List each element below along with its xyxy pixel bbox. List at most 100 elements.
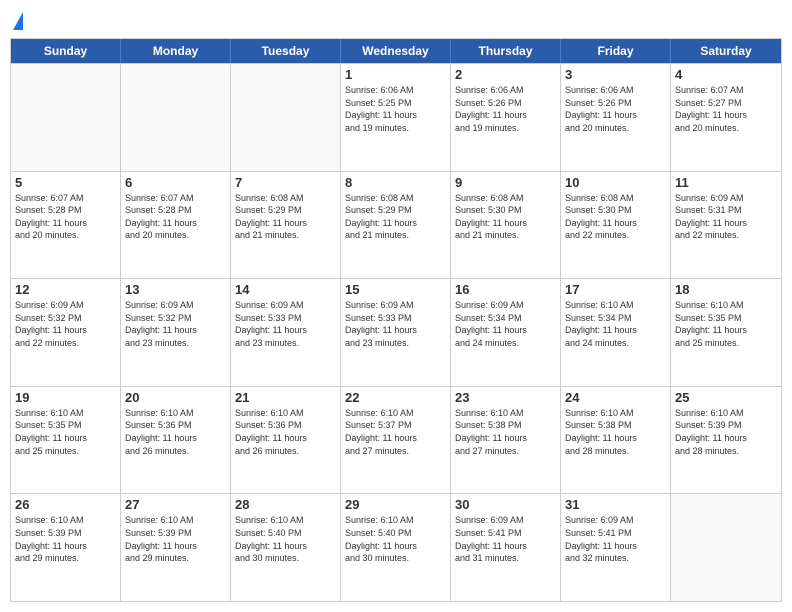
cell-info: Sunrise: 6:08 AM Sunset: 5:29 PM Dayligh… (345, 192, 446, 242)
day-number: 14 (235, 282, 336, 297)
cal-cell: 31 Sunrise: 6:09 AM Sunset: 5:41 PM Dayli… (561, 494, 671, 601)
day-number: 24 (565, 390, 666, 405)
calendar-header-row: SundayMondayTuesdayWednesdayThursdayFrid… (11, 39, 781, 63)
day-number: 12 (15, 282, 116, 297)
cell-info: Sunrise: 6:09 AM Sunset: 5:33 PM Dayligh… (235, 299, 336, 349)
cal-week-4: 19Sunrise: 6:10 AM Sunset: 5:35 PM Dayli… (11, 386, 781, 494)
cal-header-friday: Friday (561, 39, 671, 63)
cal-cell: 14 Sunrise: 6:09 AM Sunset: 5:33 PM Dayli… (231, 279, 341, 386)
cal-cell: 29 Sunrise: 6:10 AM Sunset: 5:40 PM Dayli… (341, 494, 451, 601)
cell-info: Sunrise: 6:07 AM Sunset: 5:28 PM Dayligh… (15, 192, 116, 242)
cell-info: Sunrise: 6:08 AM Sunset: 5:29 PM Dayligh… (235, 192, 336, 242)
cell-info: Sunrise: 6:09 AM Sunset: 5:41 PM Dayligh… (565, 514, 666, 564)
cal-week-5: 26 Sunrise: 6:10 AM Sunset: 5:39 PM Dayli… (11, 493, 781, 601)
cell-info: Sunrise: 6:09 AM Sunset: 5:33 PM Dayligh… (345, 299, 446, 349)
cal-cell: 2 Sunrise: 6:06 AM Sunset: 5:26 PM Daylig… (451, 64, 561, 171)
cell-info: Sunrise: 6:10 AM Sunset: 5:39 PM Dayligh… (125, 514, 226, 564)
cell-info: Sunrise: 6:10 AM Sunset: 5:39 PM Dayligh… (15, 514, 116, 564)
cal-cell: 6Sunrise: 6:07 AM Sunset: 5:28 PM Daylig… (121, 172, 231, 279)
cal-cell: 24 Sunrise: 6:10 AM Sunset: 5:38 PM Dayli… (561, 387, 671, 494)
cal-week-1: 1 Sunrise: 6:06 AM Sunset: 5:25 PM Daylig… (11, 63, 781, 171)
cal-cell: 10 Sunrise: 6:08 AM Sunset: 5:30 PM Dayli… (561, 172, 671, 279)
cal-cell: 30 Sunrise: 6:09 AM Sunset: 5:41 PM Dayli… (451, 494, 561, 601)
cal-cell (11, 64, 121, 171)
cal-cell: 5 Sunrise: 6:07 AM Sunset: 5:28 PM Daylig… (11, 172, 121, 279)
cell-info: Sunrise: 6:10 AM Sunset: 5:37 PM Dayligh… (345, 407, 446, 457)
cell-info: Sunrise: 6:08 AM Sunset: 5:30 PM Dayligh… (455, 192, 556, 242)
cal-cell: 16 Sunrise: 6:09 AM Sunset: 5:34 PM Dayli… (451, 279, 561, 386)
day-number: 26 (15, 497, 116, 512)
cell-info: Sunrise: 6:07 AM Sunset: 5:27 PM Dayligh… (675, 84, 777, 134)
day-number: 10 (565, 175, 666, 190)
day-number: 9 (455, 175, 556, 190)
cal-cell (231, 64, 341, 171)
day-number: 27 (125, 497, 226, 512)
cell-info: Sunrise: 6:06 AM Sunset: 5:26 PM Dayligh… (455, 84, 556, 134)
day-number: 16 (455, 282, 556, 297)
day-number: 21 (235, 390, 336, 405)
cal-header-monday: Monday (121, 39, 231, 63)
cell-info: Sunrise: 6:09 AM Sunset: 5:32 PM Dayligh… (125, 299, 226, 349)
cell-info: Sunrise: 6:10 AM Sunset: 5:36 PM Dayligh… (235, 407, 336, 457)
cell-info: Sunrise: 6:10 AM Sunset: 5:38 PM Dayligh… (565, 407, 666, 457)
day-number: 4 (675, 67, 777, 82)
cell-info: Sunrise: 6:09 AM Sunset: 5:32 PM Dayligh… (15, 299, 116, 349)
day-number: 2 (455, 67, 556, 82)
day-number: 15 (345, 282, 446, 297)
day-number: 18 (675, 282, 777, 297)
cal-cell: 22 Sunrise: 6:10 AM Sunset: 5:37 PM Dayli… (341, 387, 451, 494)
day-number: 31 (565, 497, 666, 512)
page: SundayMondayTuesdayWednesdayThursdayFrid… (0, 0, 792, 612)
cal-header-sunday: Sunday (11, 39, 121, 63)
cal-cell: 4 Sunrise: 6:07 AM Sunset: 5:27 PM Daylig… (671, 64, 781, 171)
cell-info: Sunrise: 6:09 AM Sunset: 5:31 PM Dayligh… (675, 192, 777, 242)
cal-cell: 13 Sunrise: 6:09 AM Sunset: 5:32 PM Dayli… (121, 279, 231, 386)
cal-cell: 28Sunrise: 6:10 AM Sunset: 5:40 PM Dayli… (231, 494, 341, 601)
cell-info: Sunrise: 6:10 AM Sunset: 5:40 PM Dayligh… (345, 514, 446, 564)
day-number: 7 (235, 175, 336, 190)
cal-header-tuesday: Tuesday (231, 39, 341, 63)
cal-header-wednesday: Wednesday (341, 39, 451, 63)
cell-info: Sunrise: 6:06 AM Sunset: 5:25 PM Dayligh… (345, 84, 446, 134)
day-number: 11 (675, 175, 777, 190)
day-number: 3 (565, 67, 666, 82)
cell-info: Sunrise: 6:10 AM Sunset: 5:40 PM Dayligh… (235, 514, 336, 564)
day-number: 13 (125, 282, 226, 297)
cal-header-saturday: Saturday (671, 39, 781, 63)
cell-info: Sunrise: 6:09 AM Sunset: 5:34 PM Dayligh… (455, 299, 556, 349)
day-number: 20 (125, 390, 226, 405)
cal-cell: 25Sunrise: 6:10 AM Sunset: 5:39 PM Dayli… (671, 387, 781, 494)
day-number: 19 (15, 390, 116, 405)
cal-cell (121, 64, 231, 171)
cal-cell: 12 Sunrise: 6:09 AM Sunset: 5:32 PM Dayli… (11, 279, 121, 386)
cell-info: Sunrise: 6:08 AM Sunset: 5:30 PM Dayligh… (565, 192, 666, 242)
cal-cell: 17Sunrise: 6:10 AM Sunset: 5:34 PM Dayli… (561, 279, 671, 386)
cell-info: Sunrise: 6:06 AM Sunset: 5:26 PM Dayligh… (565, 84, 666, 134)
logo (10, 10, 23, 30)
cal-cell: 23Sunrise: 6:10 AM Sunset: 5:38 PM Dayli… (451, 387, 561, 494)
day-number: 22 (345, 390, 446, 405)
cal-cell: 20 Sunrise: 6:10 AM Sunset: 5:36 PM Dayli… (121, 387, 231, 494)
header (10, 10, 782, 30)
cal-header-thursday: Thursday (451, 39, 561, 63)
cell-info: Sunrise: 6:10 AM Sunset: 5:38 PM Dayligh… (455, 407, 556, 457)
cell-info: Sunrise: 6:10 AM Sunset: 5:39 PM Dayligh… (675, 407, 777, 457)
cal-week-2: 5 Sunrise: 6:07 AM Sunset: 5:28 PM Daylig… (11, 171, 781, 279)
day-number: 30 (455, 497, 556, 512)
cal-cell: 11 Sunrise: 6:09 AM Sunset: 5:31 PM Dayli… (671, 172, 781, 279)
day-number: 1 (345, 67, 446, 82)
cal-week-3: 12 Sunrise: 6:09 AM Sunset: 5:32 PM Dayli… (11, 278, 781, 386)
cell-info: Sunrise: 6:10 AM Sunset: 5:34 PM Dayligh… (565, 299, 666, 349)
cal-cell (671, 494, 781, 601)
cell-info: Sunrise: 6:09 AM Sunset: 5:41 PM Dayligh… (455, 514, 556, 564)
day-number: 6 (125, 175, 226, 190)
day-number: 29 (345, 497, 446, 512)
cell-info: Sunrise: 6:10 AM Sunset: 5:35 PM Dayligh… (675, 299, 777, 349)
cal-cell: 27 Sunrise: 6:10 AM Sunset: 5:39 PM Dayli… (121, 494, 231, 601)
calendar-body: 1 Sunrise: 6:06 AM Sunset: 5:25 PM Daylig… (11, 63, 781, 601)
day-number: 5 (15, 175, 116, 190)
cal-cell: 15 Sunrise: 6:09 AM Sunset: 5:33 PM Dayli… (341, 279, 451, 386)
cal-cell: 8Sunrise: 6:08 AM Sunset: 5:29 PM Daylig… (341, 172, 451, 279)
cell-info: Sunrise: 6:10 AM Sunset: 5:36 PM Dayligh… (125, 407, 226, 457)
logo-triangle-icon (13, 12, 23, 30)
